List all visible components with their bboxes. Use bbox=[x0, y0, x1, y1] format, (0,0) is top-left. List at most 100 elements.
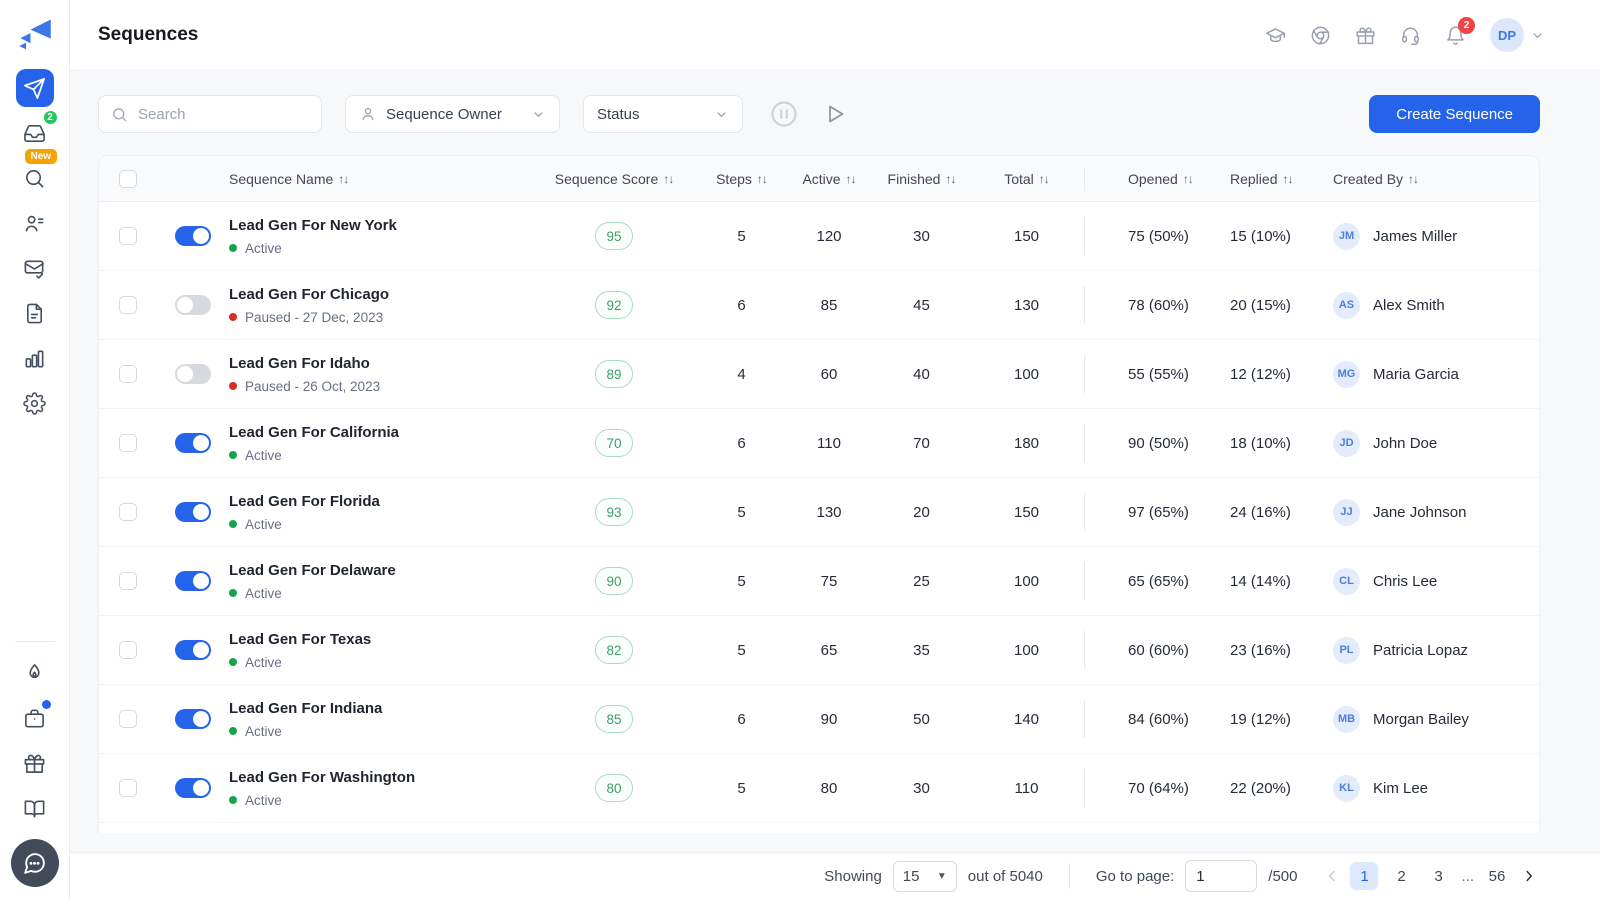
row-checkbox[interactable] bbox=[119, 434, 137, 452]
sequence-toggle[interactable] bbox=[175, 295, 211, 315]
status-filter[interactable]: Status bbox=[583, 95, 743, 133]
user-menu[interactable]: DP bbox=[1490, 18, 1545, 52]
pager-page[interactable]: 2 bbox=[1387, 862, 1415, 890]
sequence-name[interactable]: Lead Gen For Chicago bbox=[229, 286, 529, 303]
column-header-finished[interactable]: Finished↑↓ bbox=[874, 171, 969, 187]
column-header-created-by[interactable]: Created By↑↓ bbox=[1333, 171, 1539, 187]
active-value: 120 bbox=[784, 228, 874, 245]
owner-avatar: AS bbox=[1333, 292, 1360, 319]
sequence-name[interactable]: Lead Gen For Florida bbox=[229, 493, 529, 510]
pager-page[interactable]: 56 bbox=[1483, 862, 1511, 890]
chat-support-button[interactable] bbox=[11, 839, 59, 887]
graduation-cap-icon bbox=[1265, 25, 1286, 46]
mail-check-icon bbox=[23, 257, 46, 280]
owner-name: James Miller bbox=[1373, 228, 1457, 245]
create-sequence-button[interactable]: Create Sequence bbox=[1369, 95, 1540, 133]
sequence-toggle[interactable] bbox=[175, 778, 211, 798]
next-page-button[interactable] bbox=[1520, 867, 1538, 885]
sidebar-item-email-accounts[interactable] bbox=[16, 249, 54, 287]
bulk-resume-button[interactable] bbox=[823, 102, 847, 126]
sequence-toggle[interactable] bbox=[175, 640, 211, 660]
search-input[interactable] bbox=[136, 105, 309, 124]
replied-value: 18 (10%) bbox=[1214, 435, 1333, 452]
showing-label: Showing bbox=[824, 868, 882, 885]
sequence-name[interactable]: Lead Gen For Indiana bbox=[229, 700, 529, 717]
select-all-checkbox[interactable] bbox=[119, 170, 137, 188]
sidebar-item-contacts[interactable] bbox=[16, 204, 54, 242]
filters-toolbar: Sequence Owner Status bbox=[98, 95, 1540, 133]
sidebar-item-job-board[interactable] bbox=[16, 699, 54, 737]
sidebar-item-engage[interactable] bbox=[16, 654, 54, 692]
pager: 123...56 bbox=[1323, 862, 1538, 890]
bulk-pause-button[interactable] bbox=[769, 99, 799, 129]
column-header-active[interactable]: Active↑↓ bbox=[784, 171, 874, 187]
sequence-name[interactable]: Lead Gen For Idaho bbox=[229, 355, 529, 372]
column-header-steps[interactable]: Steps↑↓ bbox=[699, 171, 784, 187]
column-header-total[interactable]: Total↑↓ bbox=[969, 171, 1084, 187]
sequence-name-cell: Lead Gen For FloridaActive bbox=[229, 493, 529, 532]
row-checkbox[interactable] bbox=[119, 365, 137, 383]
column-header-replied[interactable]: Replied↑↓ bbox=[1214, 171, 1333, 187]
sidebar-item-rewards[interactable] bbox=[16, 744, 54, 782]
briefcase-icon bbox=[23, 707, 46, 730]
sidebar-item-analytics[interactable] bbox=[16, 339, 54, 377]
sidebar-item-search[interactable]: New bbox=[16, 159, 54, 197]
toggle-knob bbox=[193, 642, 209, 658]
browser-extension-button[interactable] bbox=[1310, 25, 1331, 46]
sequence-status: Active bbox=[229, 241, 529, 256]
sequence-score-badge: 85 bbox=[595, 705, 633, 733]
rewards-button[interactable] bbox=[1355, 25, 1376, 46]
pager-page[interactable]: 3 bbox=[1424, 862, 1452, 890]
column-header-opened[interactable]: Opened↑↓ bbox=[1084, 171, 1214, 187]
sequence-owner-filter[interactable]: Sequence Owner bbox=[345, 95, 560, 133]
column-header-sequence-score[interactable]: Sequence Score↑↓ bbox=[529, 171, 699, 187]
finished-value: 45 bbox=[874, 297, 969, 314]
sequence-toggle[interactable] bbox=[175, 709, 211, 729]
sequence-toggle[interactable] bbox=[175, 571, 211, 591]
notifications-button[interactable]: 2 bbox=[1445, 25, 1466, 46]
column-header-sequence-name[interactable]: Sequence Name↑↓ bbox=[229, 171, 529, 187]
goto-page-input[interactable] bbox=[1185, 860, 1257, 892]
sidebar-item-resources[interactable] bbox=[16, 789, 54, 827]
support-button[interactable] bbox=[1400, 25, 1421, 46]
sequence-toggle[interactable] bbox=[175, 226, 211, 246]
sidebar-item-settings[interactable] bbox=[16, 384, 54, 422]
owner-avatar: CL bbox=[1333, 568, 1360, 595]
finished-value: 20 bbox=[874, 504, 969, 521]
sort-icon: ↑↓ bbox=[945, 172, 955, 186]
sequence-toggle[interactable] bbox=[175, 364, 211, 384]
table-header-row: Sequence Name↑↓Sequence Score↑↓Steps↑↓Ac… bbox=[99, 156, 1539, 202]
sidebar-item-templates[interactable] bbox=[16, 294, 54, 332]
score-cell: 92 bbox=[529, 291, 699, 319]
score-cell: 90 bbox=[529, 567, 699, 595]
academy-button[interactable] bbox=[1265, 25, 1286, 46]
row-checkbox[interactable] bbox=[119, 641, 137, 659]
active-value: 80 bbox=[784, 780, 874, 797]
sequence-status: Active bbox=[229, 448, 529, 463]
row-checkbox[interactable] bbox=[119, 710, 137, 728]
sequence-name[interactable]: Lead Gen For Washington bbox=[229, 769, 529, 786]
row-checkbox[interactable] bbox=[119, 572, 137, 590]
sequence-name[interactable]: Lead Gen For Texas bbox=[229, 631, 529, 648]
sequence-toggle[interactable] bbox=[175, 433, 211, 453]
row-checkbox[interactable] bbox=[119, 227, 137, 245]
sequence-name[interactable]: Lead Gen For California bbox=[229, 424, 529, 441]
score-cell: 80 bbox=[529, 774, 699, 802]
per-page-select[interactable]: 15 ▼ bbox=[893, 861, 957, 892]
sequence-name[interactable]: Lead Gen For New York bbox=[229, 217, 529, 234]
replied-value: 19 (12%) bbox=[1214, 711, 1333, 728]
sidebar-item-sequences[interactable] bbox=[16, 69, 54, 107]
owner-avatar: JD bbox=[1333, 430, 1360, 457]
opened-value: 70 (64%) bbox=[1084, 780, 1214, 797]
pager-page[interactable]: 1 bbox=[1350, 862, 1378, 890]
sidebar-item-inbox[interactable]: 2 bbox=[16, 114, 54, 152]
row-checkbox[interactable] bbox=[119, 296, 137, 314]
row-checkbox[interactable] bbox=[119, 503, 137, 521]
column-header-label: Sequence Score bbox=[555, 171, 659, 187]
active-value: 85 bbox=[784, 297, 874, 314]
row-checkbox[interactable] bbox=[119, 779, 137, 797]
sequence-name[interactable]: Lead Gen For Delaware bbox=[229, 562, 529, 579]
previous-page-button[interactable] bbox=[1323, 867, 1341, 885]
search-box[interactable] bbox=[98, 95, 322, 133]
sequence-toggle[interactable] bbox=[175, 502, 211, 522]
